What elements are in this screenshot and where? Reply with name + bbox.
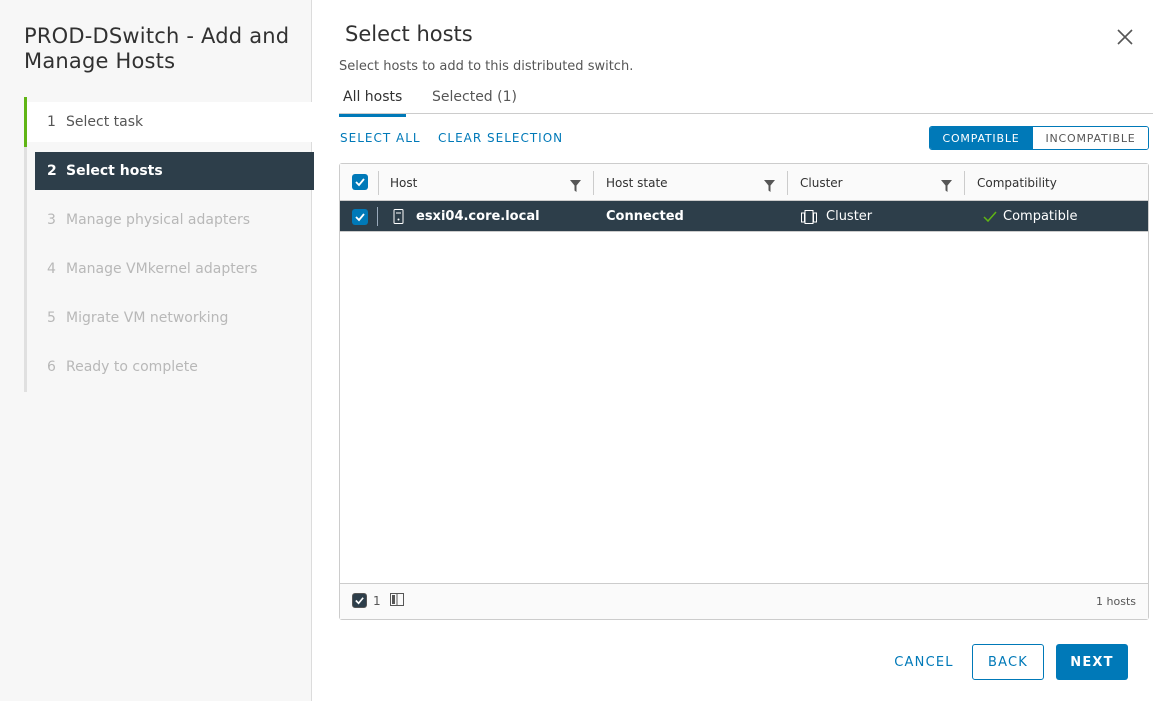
- host-name[interactable]: esxi04.core.local: [416, 201, 540, 232]
- step-label: Select hosts: [66, 163, 163, 179]
- grid-header: Host Host state Cluster Compatibility: [340, 164, 1148, 201]
- hosts-grid: Host Host state Cluster Compatibility es…: [339, 163, 1149, 620]
- step-number: 6: [47, 359, 56, 375]
- step-label: Select task: [66, 114, 144, 130]
- check-icon: [983, 201, 997, 232]
- clear-selection-button[interactable]: CLEAR SELECTION: [438, 131, 563, 145]
- next-button[interactable]: NEXT: [1056, 644, 1128, 680]
- table-row[interactable]: esxi04.core.local Connected Cluster Comp…: [340, 201, 1148, 232]
- page-subtitle: Select hosts to add to this distributed …: [339, 59, 634, 74]
- wizard-step-select-hosts[interactable]: 2 Select hosts: [35, 152, 314, 190]
- wizard-step-manage-vmkernel-adapters: 4 Manage VMkernel adapters: [27, 250, 315, 288]
- wizard-steps: 1 Select task 2 Select hosts 3 Manage ph…: [24, 97, 315, 392]
- back-button[interactable]: BACK: [972, 644, 1044, 680]
- wizard-title: PROD-DSwitch - Add and Manage Hosts: [24, 24, 290, 73]
- compatibility-status: Compatible: [1003, 209, 1078, 224]
- row-separator: [377, 207, 378, 226]
- column-header-cluster[interactable]: Cluster: [800, 164, 843, 201]
- step-label: Manage VMkernel adapters: [66, 261, 258, 277]
- column-separator: [964, 171, 965, 195]
- column-separator: [593, 171, 594, 195]
- cancel-button[interactable]: CANCEL: [888, 644, 960, 680]
- wizard-step-select-task[interactable]: 1 Select task: [24, 97, 315, 147]
- column-toggle-icon[interactable]: [390, 593, 404, 609]
- row-checkbox[interactable]: [352, 209, 368, 225]
- grid-footer: 1 1 hosts: [340, 583, 1148, 619]
- wizard-step-manage-physical-adapters: 3 Manage physical adapters: [27, 201, 315, 239]
- cluster-icon: [801, 201, 817, 232]
- host-state: Connected: [606, 209, 684, 224]
- host-tabs: All hosts Selected (1): [339, 86, 1153, 117]
- select-all-checkbox[interactable]: [352, 174, 368, 190]
- tab-selected[interactable]: Selected (1): [428, 89, 521, 114]
- total-hosts: 1 hosts: [1096, 595, 1136, 608]
- wizard-step-migrate-vm-networking: 5 Migrate VM networking: [27, 299, 315, 337]
- step-number: 4: [47, 261, 56, 277]
- step-label: Manage physical adapters: [66, 212, 250, 228]
- incompatible-toggle-button[interactable]: INCOMPATIBLE: [1032, 127, 1148, 149]
- step-number: 3: [47, 212, 56, 228]
- step-number: 1: [47, 114, 56, 130]
- step-label: Migrate VM networking: [66, 310, 229, 326]
- step-number: 5: [47, 310, 56, 326]
- filter-icon[interactable]: [764, 177, 775, 192]
- step-label: Ready to complete: [66, 359, 198, 375]
- column-header-compatibility[interactable]: Compatibility: [977, 164, 1057, 201]
- footer-selection-checkbox[interactable]: [352, 593, 367, 608]
- server-icon: [393, 201, 404, 232]
- page-title: Select hosts: [345, 22, 473, 46]
- column-header-host-state[interactable]: Host state: [606, 164, 668, 201]
- compatibility-toggle: COMPATIBLE INCOMPATIBLE: [929, 126, 1149, 150]
- wizard-sidebar: PROD-DSwitch - Add and Manage Hosts 1 Se…: [0, 0, 315, 701]
- selected-count: 1: [373, 594, 381, 608]
- compatible-toggle-button[interactable]: COMPATIBLE: [930, 127, 1032, 149]
- close-icon[interactable]: [1115, 27, 1135, 47]
- filter-icon[interactable]: [570, 177, 581, 192]
- cluster-name[interactable]: Cluster: [826, 201, 872, 232]
- filter-icon[interactable]: [941, 177, 952, 192]
- tab-all-hosts[interactable]: All hosts: [339, 89, 407, 117]
- step-number: 2: [47, 163, 57, 179]
- wizard-step-ready-to-complete: 6 Ready to complete: [27, 348, 315, 386]
- column-separator: [378, 171, 379, 195]
- column-separator: [787, 171, 788, 195]
- column-header-host[interactable]: Host: [390, 164, 417, 201]
- select-all-button[interactable]: SELECT ALL: [340, 131, 421, 145]
